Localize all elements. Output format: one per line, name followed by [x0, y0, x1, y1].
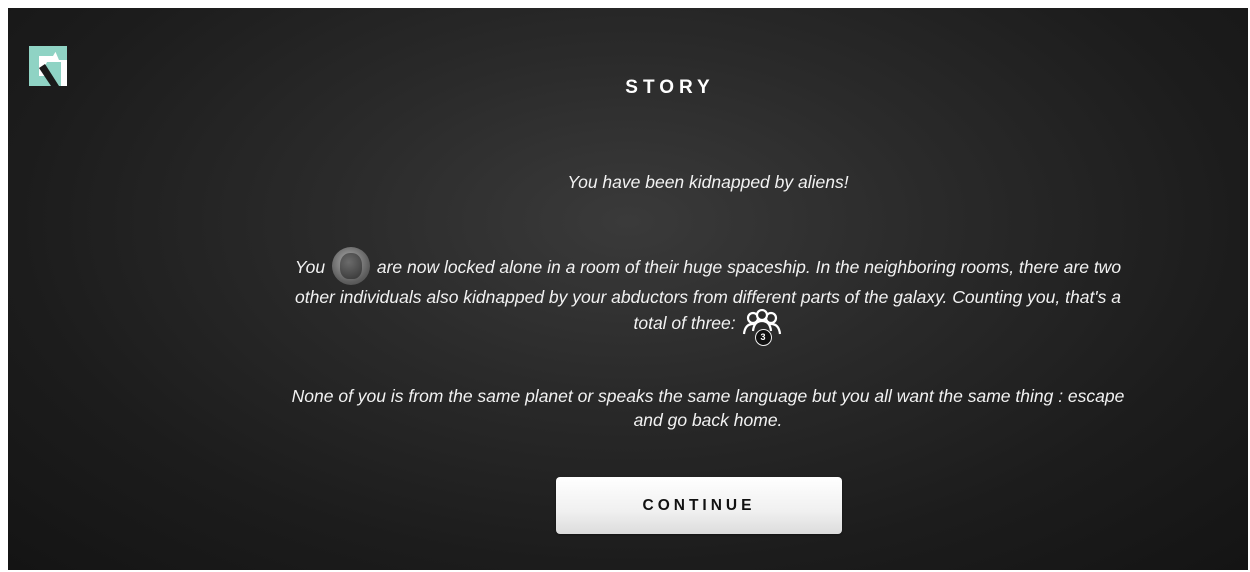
players-group-icon: 3 [741, 308, 783, 346]
player-avatar-icon [331, 247, 370, 285]
story-paragraph-2-text: are now locked alone in a room of their … [295, 257, 1122, 333]
players-count-badge: 3 [754, 329, 772, 346]
story-paragraph-3: None of you is from the same planet or s… [291, 386, 1125, 430]
story-text: You have been kidnapped by aliens! You a… [278, 170, 1138, 432]
page-title: STORY [625, 77, 715, 98]
story-intro: You have been kidnapped by aliens! [567, 172, 849, 192]
story-paragraph-2: You are now locked alone in a room of th… [278, 247, 1138, 346]
continue-button[interactable]: CONTINUE [556, 477, 842, 534]
story-paragraph-2-prefix: You [294, 257, 326, 277]
story-screen: STORY You have been kidnapped by aliens!… [8, 8, 1248, 570]
